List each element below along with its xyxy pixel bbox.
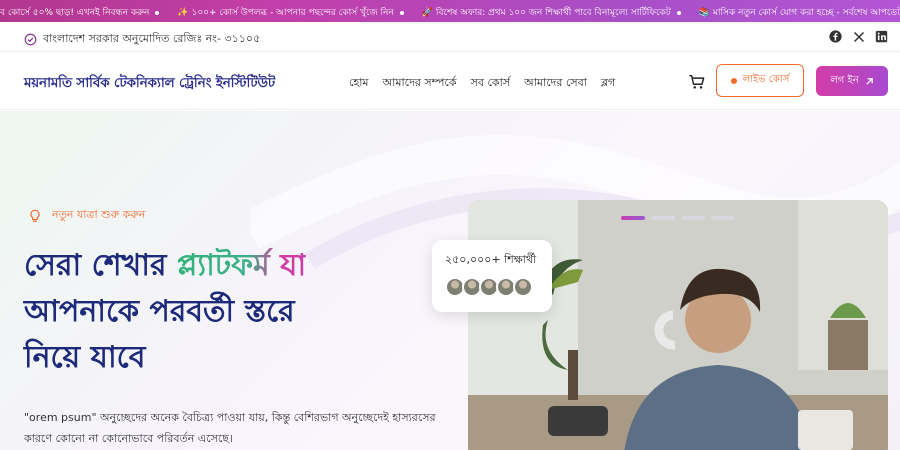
arrow-up-right-icon	[865, 77, 873, 85]
hero-headline: সেরা শেখার প্ল্যাটফর্ম যা আপনাকে পরবর্তী…	[24, 243, 454, 381]
lightbulb-icon	[30, 209, 40, 222]
registration-info: বাংলাদেশ সরকার অনুমোদিত রেজিঃ নং- ৩১১০৫	[24, 30, 260, 49]
avatar	[513, 277, 533, 297]
nav-item-services[interactable]: আমাদের সেবা	[524, 74, 587, 93]
headline-part-1: সেরা শেখার	[24, 248, 177, 283]
tagline-text: নতুন যাত্রা শুরু করুন	[52, 208, 146, 221]
social-links	[829, 30, 888, 43]
student-avatars	[445, 277, 533, 297]
slider-dot-4[interactable]	[711, 216, 735, 220]
ticker-item[interactable]: ✨ ১০০+ কোর্স উপলব্ধ - আপনার পছন্দের কোর্…	[177, 5, 421, 20]
slider-dot-3[interactable]	[681, 216, 705, 220]
announcement-ticker: সব কোর্সে ৫০% ছাড়! এখনই নিবন্ধন করুন ✨ …	[0, 0, 900, 22]
x-icon[interactable]	[852, 30, 865, 43]
ticker-item[interactable]: সব কোর্সে ৫০% ছাড়! এখনই নিবন্ধন করুন	[0, 5, 177, 20]
cart-icon[interactable]	[688, 73, 706, 91]
headline-part-3: নিয়ে যাবে	[24, 340, 146, 375]
separator-dot	[676, 10, 681, 15]
student-illustration	[468, 200, 888, 450]
hero-student-image	[468, 200, 888, 450]
slider-dots	[621, 216, 735, 220]
hero-description: "orem psum" অনুচ্ছেদের অনেক বৈচিত্র্য পা…	[24, 411, 436, 445]
linkedin-icon[interactable]	[875, 30, 888, 43]
separator-dot	[155, 10, 160, 15]
headline-part-2: আপনাকে পরবর্তী স্তরে	[24, 294, 295, 329]
students-stat-card: ২৫০,০০০+ শিক্ষার্থী	[432, 240, 552, 312]
slider-dot-1[interactable]	[621, 216, 645, 220]
verified-badge-icon	[24, 33, 37, 46]
site-logo[interactable]: ময়নামতি সার্বিক টেকনিক্যাল ট্রেনিং ইনস্…	[24, 72, 275, 95]
main-navbar: ময়নামতি সার্বিক টেকনিক্যাল ট্রেনিং ইনস্…	[0, 52, 900, 110]
login-button[interactable]: লগ ইন	[816, 66, 888, 96]
headline-highlight: প্ল্যাটফর্ম যা	[176, 248, 307, 283]
nav-item-about[interactable]: আমাদের সম্পর্কে	[383, 74, 457, 93]
nav-menu: হোম আমাদের সম্পর্কে সব কোর্স আমাদের সেবা…	[349, 74, 615, 93]
facebook-icon[interactable]	[829, 30, 842, 43]
hero-section: নতুন যাত্রা শুরু করুন সেরা শেখার প্ল্যাট…	[0, 111, 900, 450]
live-dot-icon	[730, 77, 737, 84]
ticker-item[interactable]: 🚀 বিশেষ অফার: প্রথম ১০০ জন শিক্ষার্থী পা…	[422, 5, 699, 20]
ticker-item[interactable]: 📚 মাসিক নতুন কোর্স যোগ করা হচ্ছে - সর্বশ…	[699, 5, 900, 20]
hero-tagline: নতুন যাত্রা শুরু করুন	[28, 206, 145, 225]
nav-item-home[interactable]: হোম	[349, 74, 369, 93]
students-count: ২৫০,০০০+ শিক্ষার্থী	[445, 253, 537, 266]
registration-text: বাংলাদেশ সরকার অনুমোদিত রেজিঃ নং- ৩১১০৫	[43, 32, 261, 45]
login-label: লগ ইন	[830, 74, 859, 86]
nav-item-blog[interactable]: ব্লগ	[601, 74, 615, 93]
live-course-button[interactable]: লাইভ কোর্স	[716, 64, 804, 97]
live-course-label: লাইভ কোর্স	[742, 74, 790, 85]
slider-dot-2[interactable]	[651, 216, 675, 220]
nav-item-courses[interactable]: সব কোর্স	[471, 74, 511, 93]
top-info-bar: বাংলাদেশ সরকার অনুমোদিত রেজিঃ নং- ৩১১০৫	[0, 22, 900, 52]
separator-dot	[399, 10, 404, 15]
